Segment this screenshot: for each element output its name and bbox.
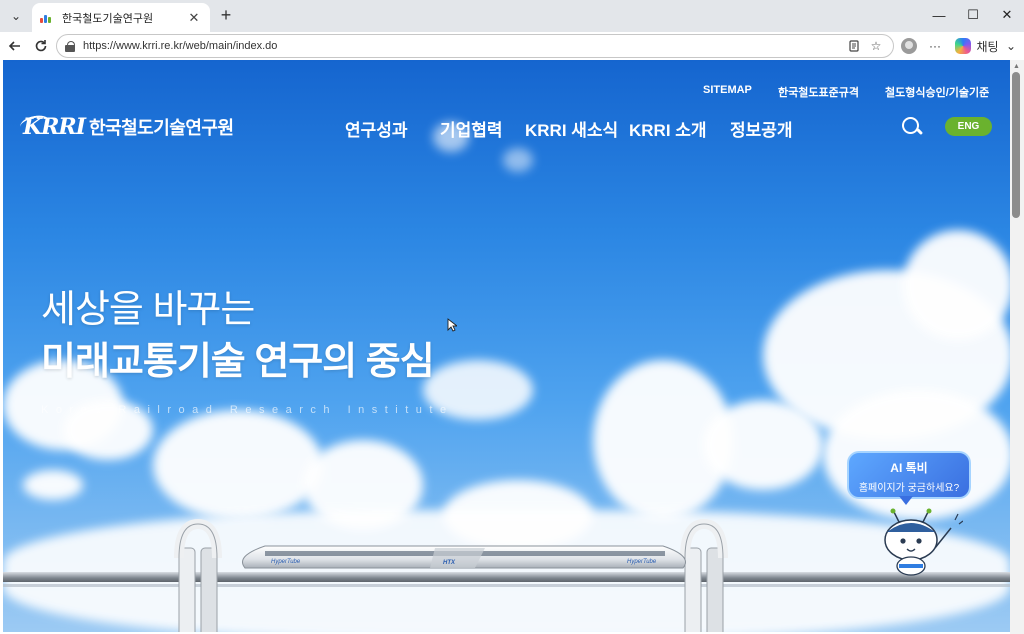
train-label-center: HTX (443, 560, 456, 566)
site-logo[interactable]: KRRI 한국철도기술연구원 (23, 114, 234, 140)
reading-view-icon[interactable] (845, 37, 863, 55)
logo-name: 한국철도기술연구원 (88, 118, 234, 138)
scroll-up-arrow-icon[interactable]: ▲ (1013, 63, 1021, 71)
util-link-sitemap[interactable]: SITEMAP (703, 84, 752, 96)
browser-toolbar: https://www.krri.re.kr/web/main/index.do… (0, 32, 1024, 60)
hero-headline-2: 미래교통기술 연구의 중심 (41, 341, 435, 383)
page-viewport: SITEMAP 한국철도표준규격 철도형식승인/기술기준 KRRI 한국철도기술… (3, 60, 1010, 632)
more-menu-icon[interactable]: ··· (925, 35, 945, 57)
hero-headline-1: 세상을 바꾸는 (41, 289, 255, 331)
krri-favicon-icon (40, 13, 54, 23)
new-tab-button[interactable]: + (214, 4, 238, 26)
hero-english-subtitle: Korea Railroad Research Institute (41, 404, 454, 416)
chatbot-title: AI 톡비 (890, 461, 928, 475)
gnb-about-krri[interactable]: KRRI 소개 (629, 116, 707, 141)
chat-label: 채팅 (976, 39, 999, 54)
train-label-left: HyperTube (271, 559, 301, 565)
browser-tab[interactable]: 한국철도기술연구원 ✕ (32, 3, 210, 32)
scrollbar-thumb[interactable] (1012, 72, 1020, 218)
logo-mark: KRRI (23, 114, 86, 140)
ai-chatbot-bubble[interactable]: AI 톡비 홈페이지가 궁금하세요? (847, 451, 971, 499)
reload-icon[interactable] (30, 35, 52, 57)
util-link-standards[interactable]: 한국철도표준규격 (778, 84, 859, 100)
profile-avatar[interactable] (899, 35, 919, 57)
back-arrow-icon[interactable] (4, 35, 26, 57)
gnb-industry-cooperation[interactable]: 기업협력 (440, 116, 503, 141)
gnb-research-results[interactable]: 연구성과 (345, 116, 408, 141)
mouse-cursor-icon (447, 318, 457, 332)
maximize-button[interactable]: ☐ (956, 0, 990, 30)
tab-bar: ⌄ 한국철도기술연구원 ✕ + — ☐ ✕ (0, 0, 1024, 32)
gnb-information-disclosure[interactable]: 정보공개 (730, 116, 793, 141)
util-link-type-approval[interactable]: 철도형식승인/기술기준 (885, 84, 989, 100)
chatbot-mascot-image[interactable] (879, 508, 963, 576)
url-text: https://www.krri.re.kr/web/main/index.do (83, 40, 278, 52)
search-icon[interactable] (901, 116, 923, 138)
right-pylon-image (680, 518, 728, 632)
close-window-button[interactable]: ✕ (990, 0, 1024, 30)
toolbar-chevron-icon[interactable]: ⌄ (1004, 35, 1018, 57)
tab-actions-menu-icon[interactable]: ⌄ (4, 5, 28, 27)
favorite-star-icon[interactable]: ☆ (867, 37, 885, 55)
english-language-button[interactable]: ENG (945, 117, 992, 136)
train-label-right: HyperTube (627, 559, 657, 565)
address-bar[interactable]: https://www.krri.re.kr/web/main/index.do… (56, 34, 894, 58)
gnb-krri-news[interactable]: KRRI 새소식 (525, 116, 618, 141)
copilot-chat-button[interactable]: 채팅 (952, 35, 1002, 57)
tab-close-icon[interactable]: ✕ (186, 10, 202, 26)
left-pylon-image (174, 518, 222, 632)
copilot-icon (955, 38, 972, 54)
tab-title: 한국철도기술연구원 (62, 12, 154, 25)
minimize-button[interactable]: — (922, 0, 956, 30)
hypertube-train-image: HyperTube HTX HyperTube (242, 545, 686, 569)
lock-icon[interactable] (65, 40, 75, 52)
chatbot-subtitle: 홈페이지가 궁금하세요? (858, 483, 960, 494)
